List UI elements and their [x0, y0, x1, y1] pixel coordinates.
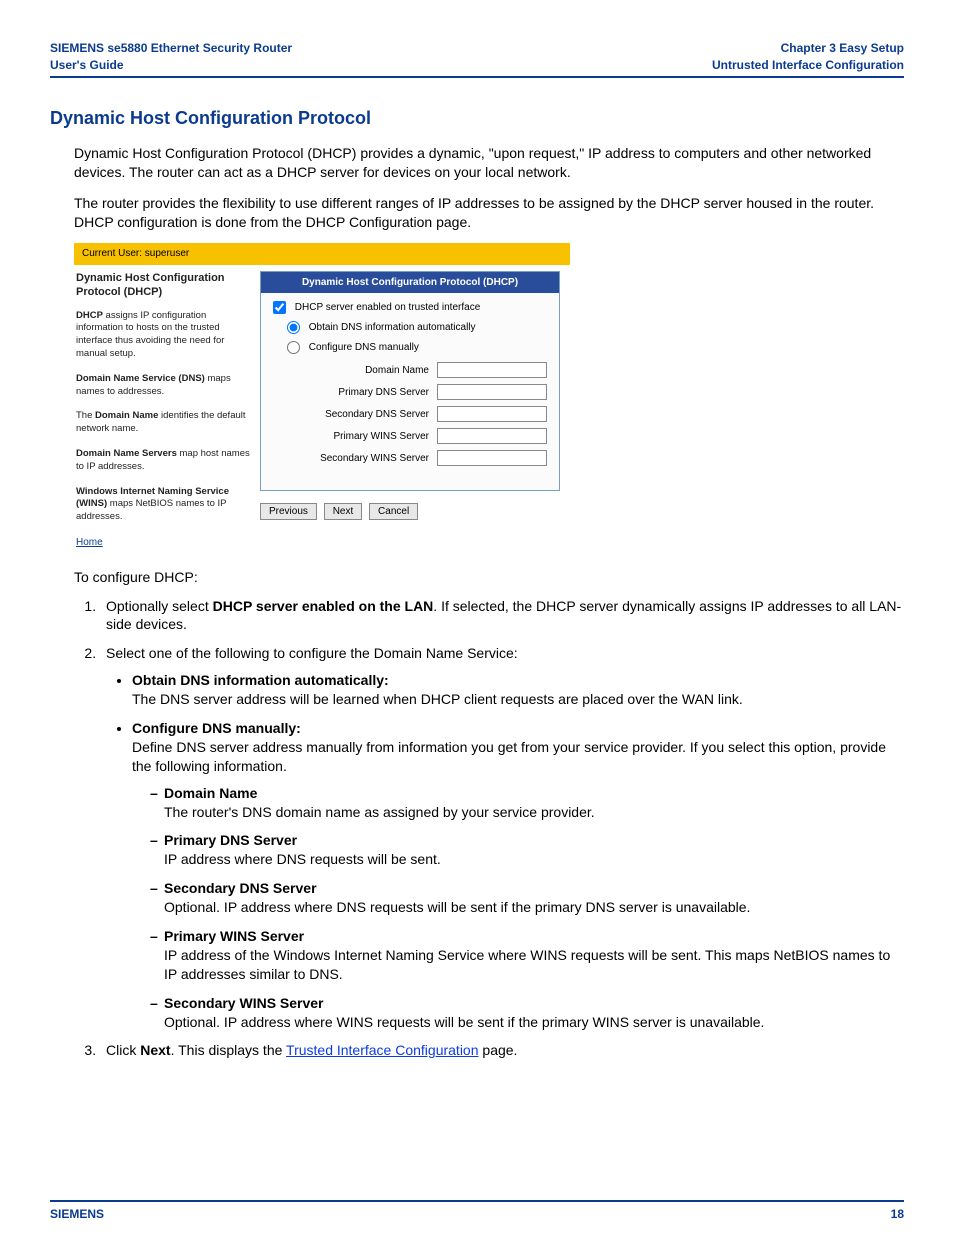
dhcp-panel: Dynamic Host Configuration Protocol (DHC…	[260, 271, 560, 491]
page-footer: SIEMENS 18	[50, 1200, 904, 1222]
dash-primary-dns: Primary DNS Server IP address where DNS …	[150, 831, 904, 869]
header-left-line1: SIEMENS se5880 Ethernet Security Router	[50, 40, 292, 57]
primary-dns-label: Primary DNS Server	[273, 386, 429, 400]
step-3: Click Next. This displays the Trusted In…	[100, 1041, 904, 1060]
dash-secondary-dns: Secondary DNS Server Optional. IP addres…	[150, 879, 904, 917]
sidebar-desc-dns: Domain Name Service (DNS) maps names to …	[76, 373, 250, 399]
header-right: Chapter 3 Easy Setup Untrusted Interface…	[712, 40, 904, 74]
body-paragraph-2: The router provides the flexibility to u…	[74, 194, 904, 232]
step-1: Optionally select DHCP server enabled on…	[100, 597, 904, 635]
screenshot-main: Dynamic Host Configuration Protocol (DHC…	[260, 265, 570, 550]
header-right-line1: Chapter 3 Easy Setup	[712, 40, 904, 57]
footer-brand: SIEMENS	[50, 1206, 104, 1222]
dns-manual-radio[interactable]	[287, 341, 300, 354]
dhcp-enabled-row: DHCP server enabled on trusted interface	[273, 301, 547, 315]
secondary-wins-label: Secondary WINS Server	[273, 452, 429, 466]
previous-button[interactable]: Previous	[260, 503, 317, 520]
home-link[interactable]: Home	[76, 537, 103, 548]
sidebar-desc-nameservers: Domain Name Servers map host names to IP…	[76, 448, 250, 474]
dash-secondary-wins: Secondary WINS Server Optional. IP addre…	[150, 994, 904, 1032]
header-left: SIEMENS se5880 Ethernet Security Router …	[50, 40, 292, 74]
instruction-list: Optionally select DHCP server enabled on…	[86, 597, 904, 1061]
dhcp-config-screenshot: Current User: superuser Dynamic Host Con…	[74, 243, 570, 549]
bullet-configure-dns: Configure DNS manually: Define DNS serve…	[132, 719, 904, 1031]
dns-auto-label: Obtain DNS information automatically	[309, 322, 476, 333]
secondary-dns-input[interactable]	[437, 406, 547, 422]
body-paragraph-1: Dynamic Host Configuration Protocol (DHC…	[74, 144, 904, 182]
domain-name-input[interactable]	[437, 362, 547, 378]
dhcp-enabled-checkbox[interactable]	[273, 301, 286, 314]
dhcp-enabled-label: DHCP server enabled on trusted interface	[295, 303, 480, 314]
dash-domain-name: Domain Name The router's DNS domain name…	[150, 784, 904, 822]
header-right-line2: Untrusted Interface Configuration	[712, 57, 904, 74]
primary-wins-label: Primary WINS Server	[273, 430, 429, 444]
step-2: Select one of the following to configure…	[100, 644, 904, 1031]
dns-manual-label: Configure DNS manually	[309, 342, 419, 353]
primary-wins-input[interactable]	[437, 428, 547, 444]
current-user-bar: Current User: superuser	[74, 243, 570, 265]
sidebar-desc-dhcp: DHCP assigns IP configuration informatio…	[76, 310, 250, 361]
instructions-intro: To configure DHCP:	[74, 568, 904, 587]
secondary-wins-input[interactable]	[437, 450, 547, 466]
section-title: Dynamic Host Configuration Protocol	[50, 106, 904, 130]
dns-manual-row: Configure DNS manually	[287, 341, 547, 355]
sidebar-desc-wins: Windows Internet Naming Service (WINS) m…	[76, 486, 250, 524]
secondary-dns-label: Secondary DNS Server	[273, 408, 429, 422]
sidebar-desc-domain: The Domain Name identifies the default n…	[76, 410, 250, 436]
sidebar-title: Dynamic Host Configuration Protocol (DHC…	[76, 271, 250, 300]
screenshot-sidebar: Dynamic Host Configuration Protocol (DHC…	[74, 265, 260, 550]
cancel-button[interactable]: Cancel	[369, 503, 418, 520]
dns-auto-row: Obtain DNS information automatically	[287, 321, 547, 335]
bullet-obtain-dns: Obtain DNS information automatically: Th…	[132, 671, 904, 709]
header-left-line2: User's Guide	[50, 57, 292, 74]
primary-dns-input[interactable]	[437, 384, 547, 400]
trusted-interface-link[interactable]: Trusted Interface Configuration	[286, 1042, 478, 1058]
dns-auto-radio[interactable]	[287, 321, 300, 334]
next-button[interactable]: Next	[324, 503, 363, 520]
dash-primary-wins: Primary WINS Server IP address of the Wi…	[150, 927, 904, 984]
panel-title: Dynamic Host Configuration Protocol (DHC…	[261, 272, 559, 294]
page-header: SIEMENS se5880 Ethernet Security Router …	[50, 40, 904, 78]
domain-name-label: Domain Name	[273, 364, 429, 378]
footer-page-number: 18	[891, 1206, 904, 1222]
